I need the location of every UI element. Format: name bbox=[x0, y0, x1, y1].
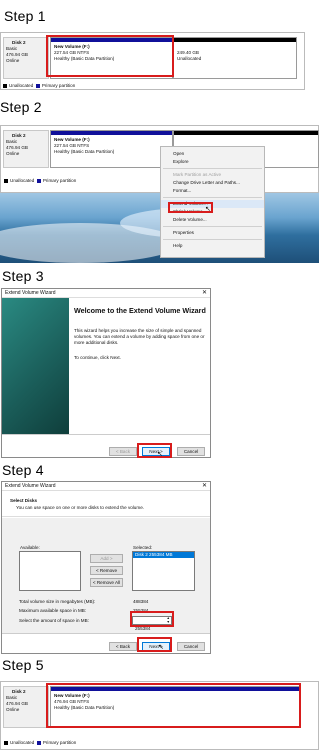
legend-unallocated: Unallocated bbox=[10, 178, 35, 183]
volume-health: Healthy (Basic Data Partition) bbox=[54, 149, 115, 154]
unallocated-partition[interactable]: 249.40 GB Unallocated bbox=[173, 37, 297, 79]
highlight-box-next bbox=[137, 443, 172, 458]
legend: Unallocated Primary partition bbox=[4, 740, 76, 746]
legend-primary: Primary partition bbox=[42, 178, 77, 183]
disk-info: Disk 2 Basic 476.94 GB Online bbox=[3, 37, 49, 79]
unallocated-label: Unallocated bbox=[177, 56, 202, 61]
extend-volume-wizard-welcome: Extend Volume Wizard ✕ Welcome to the Ex… bbox=[1, 288, 211, 458]
menu-item-explore[interactable]: Explore bbox=[161, 158, 264, 166]
unallocated-bar bbox=[174, 131, 318, 135]
highlight-box-volume bbox=[46, 35, 174, 77]
mouse-cursor-icon: ↖ bbox=[157, 451, 163, 458]
selected-list-item[interactable]: Disk 2 255384 MB bbox=[133, 552, 194, 558]
mouse-cursor-icon: ↖ bbox=[158, 644, 164, 651]
section-title: Select Disks bbox=[10, 498, 38, 503]
amount-label: Select the amount of space in MB: bbox=[19, 618, 89, 623]
cancel-button[interactable]: Cancel bbox=[177, 642, 205, 651]
wizard-side-banner bbox=[2, 298, 69, 434]
remove-button[interactable]: < Remove bbox=[90, 566, 123, 575]
wizard-title: Extend Volume Wizard bbox=[5, 483, 56, 489]
menu-item-delete-volume[interactable]: Delete Volume... bbox=[161, 216, 264, 224]
selected-list[interactable]: Disk 2 255384 MB bbox=[132, 551, 195, 591]
total-size-label: Total volume size in megabytes (MB): bbox=[19, 599, 96, 604]
close-icon[interactable]: ✕ bbox=[202, 482, 207, 489]
step-4-title: Step 4 bbox=[2, 462, 44, 478]
step-5-title: Step 5 bbox=[2, 657, 44, 673]
add-button[interactable]: Add > bbox=[90, 554, 123, 563]
menu-separator bbox=[163, 239, 262, 240]
highlight-box-amount bbox=[130, 611, 174, 627]
wizard-title-bar: Extend Volume Wizard ✕ bbox=[2, 289, 210, 298]
disk-info: Disk 2 Basic 476.94 GB Online bbox=[3, 130, 49, 168]
disk-status: Online bbox=[6, 58, 20, 63]
legend-swatch-primary bbox=[35, 83, 40, 88]
mouse-cursor-icon: ↖ bbox=[205, 206, 211, 213]
total-size-value: 488384 bbox=[133, 599, 149, 604]
menu-item-change-drive-letter[interactable]: Change Drive Letter and Paths... bbox=[161, 179, 264, 187]
cancel-button[interactable]: Cancel bbox=[177, 447, 205, 456]
available-list[interactable] bbox=[19, 551, 81, 591]
menu-item-format[interactable]: Format... bbox=[161, 187, 264, 195]
step-2-title: Step 2 bbox=[0, 99, 42, 115]
legend-unallocated: Unallocated bbox=[9, 83, 34, 88]
menu-item-properties[interactable]: Properties bbox=[161, 229, 264, 237]
divider bbox=[2, 434, 210, 435]
legend-swatch-unallocated bbox=[4, 740, 8, 745]
divider bbox=[2, 633, 210, 634]
wizard-title: Extend Volume Wizard bbox=[5, 290, 56, 296]
legend: Unallocated Primary partition bbox=[3, 83, 75, 89]
legend-primary: Primary partition bbox=[42, 740, 77, 745]
disk-status: Online bbox=[6, 707, 20, 712]
close-icon[interactable]: ✕ bbox=[202, 289, 207, 296]
legend-swatch-unallocated bbox=[3, 83, 7, 88]
legend-swatch-primary bbox=[36, 178, 41, 183]
menu-separator bbox=[163, 226, 262, 227]
volume-partition[interactable]: New Volume (F:) 227.54 GB NTFS Healthy (… bbox=[50, 130, 173, 168]
remove-all-button[interactable]: < Remove All bbox=[90, 578, 123, 587]
highlight-box-next bbox=[137, 637, 172, 652]
step-3-title: Step 3 bbox=[2, 268, 44, 284]
legend-unallocated: Unallocated bbox=[10, 740, 35, 745]
legend-swatch-primary bbox=[36, 740, 41, 745]
max-space-label: Maximum available space in MB: bbox=[19, 608, 87, 613]
legend: Unallocated Primary partition bbox=[4, 178, 76, 184]
disk-status: Online bbox=[6, 151, 20, 156]
legend-primary: Primary partition bbox=[41, 83, 76, 88]
menu-item-mark-active: Mark Partition as Active bbox=[173, 172, 221, 177]
step-1-title: Step 1 bbox=[4, 8, 46, 24]
legend-swatch-unallocated bbox=[4, 178, 8, 183]
section-subtitle: You can use space on one or more disks t… bbox=[16, 505, 145, 510]
wizard-heading: Welcome to the Extend Volume Wizard bbox=[74, 306, 206, 315]
wizard-header: Select Disks You can use space on one or… bbox=[2, 491, 210, 517]
menu-separator bbox=[163, 197, 262, 198]
wizard-body: This wizard helps you increase the size … bbox=[74, 328, 205, 345]
menu-separator bbox=[163, 168, 262, 169]
menu-item-help[interactable]: Help bbox=[161, 242, 264, 250]
extend-volume-wizard-select-disks: Extend Volume Wizard ✕ Select Disks You … bbox=[1, 481, 211, 654]
disk-info: Disk 2 Basic 476.94 GB Online bbox=[3, 686, 49, 728]
menu-item-open[interactable]: Open bbox=[161, 150, 264, 158]
back-button[interactable]: < Back bbox=[109, 642, 137, 651]
wizard-continue-text: To continue, click Next. bbox=[74, 355, 121, 360]
back-button[interactable]: < Back bbox=[109, 447, 137, 456]
wizard-title-bar: Extend Volume Wizard ✕ bbox=[2, 482, 210, 491]
highlight-box-volume bbox=[46, 683, 301, 728]
